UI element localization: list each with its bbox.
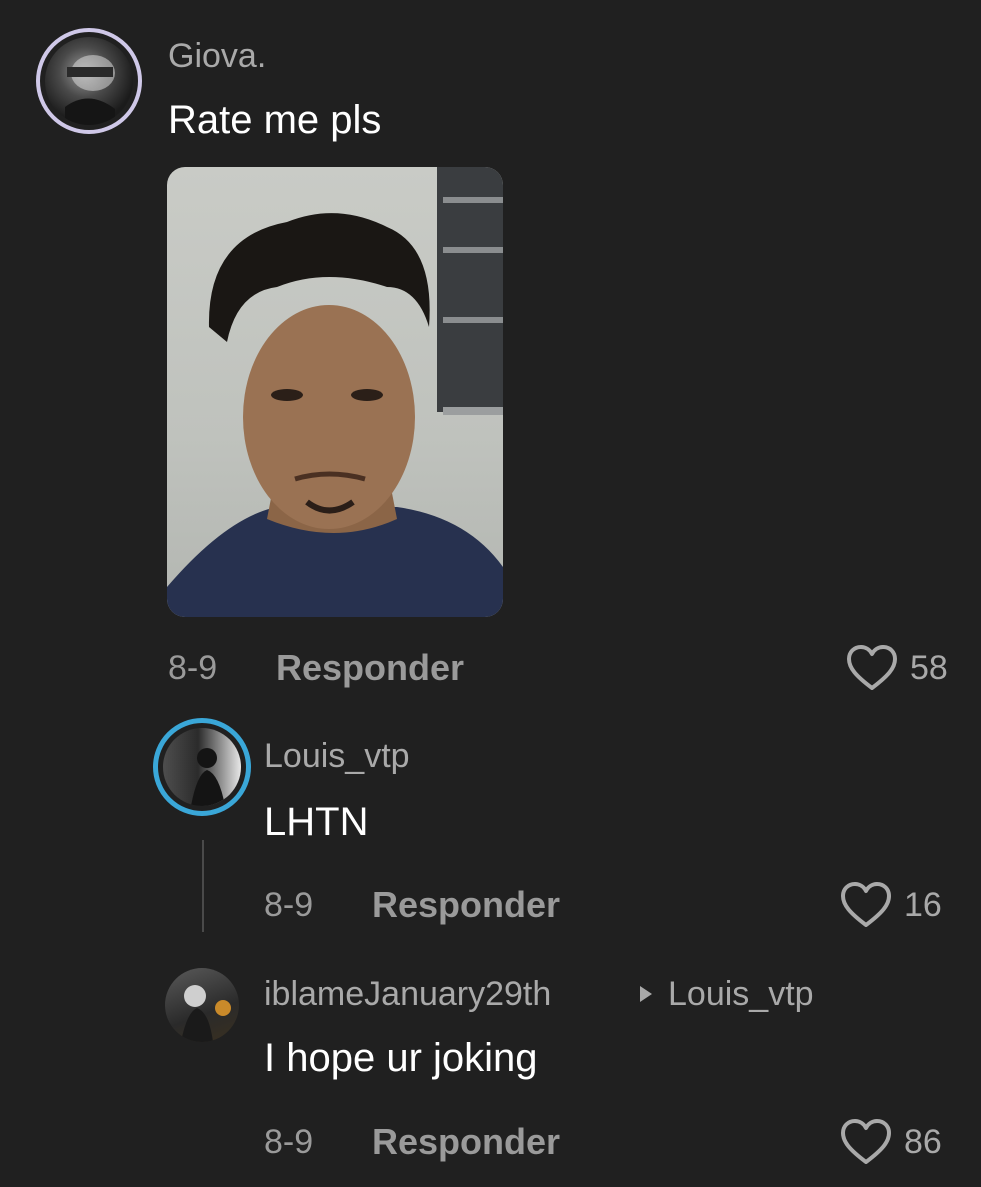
reply-button[interactable]: Responder (372, 885, 560, 925)
comment-date: 8-9 (264, 886, 314, 924)
comment-date: 8-9 (264, 1123, 314, 1161)
reply-arrow-icon (640, 986, 652, 1002)
person-silhouette-icon (191, 748, 225, 806)
reply-to-username[interactable]: Louis_vtp (668, 974, 814, 1014)
avatar-image (45, 37, 133, 125)
comment-photo[interactable] (167, 167, 503, 617)
character-avatar-icon (181, 985, 231, 1042)
like-count: 16 (904, 886, 942, 924)
comment-date: 8-9 (168, 649, 218, 687)
reply-button[interactable]: Responder (372, 1122, 560, 1162)
heart-icon[interactable] (846, 644, 898, 692)
username[interactable]: iblameJanuary29th (264, 974, 551, 1014)
like-count: 86 (904, 1123, 942, 1161)
selfie-photo-image (167, 167, 503, 617)
comment-text: I hope ur joking (264, 1036, 538, 1080)
comment-text: LHTN (264, 800, 369, 844)
heart-icon[interactable] (840, 881, 892, 929)
helmet-figure-icon (65, 55, 115, 125)
avatar-giova[interactable] (36, 28, 142, 134)
username[interactable]: Giova. (168, 36, 266, 76)
like-count: 58 (910, 649, 948, 687)
avatar-image (163, 728, 241, 806)
avatar-louis-vtp[interactable] (153, 718, 251, 816)
username[interactable]: Louis_vtp (264, 736, 410, 776)
avatar-iblamejanuary29th[interactable] (165, 968, 239, 1042)
comment-text: Rate me pls (168, 98, 382, 142)
thread-line (202, 840, 204, 932)
heart-icon[interactable] (840, 1118, 892, 1166)
reply-button[interactable]: Responder (276, 648, 464, 688)
